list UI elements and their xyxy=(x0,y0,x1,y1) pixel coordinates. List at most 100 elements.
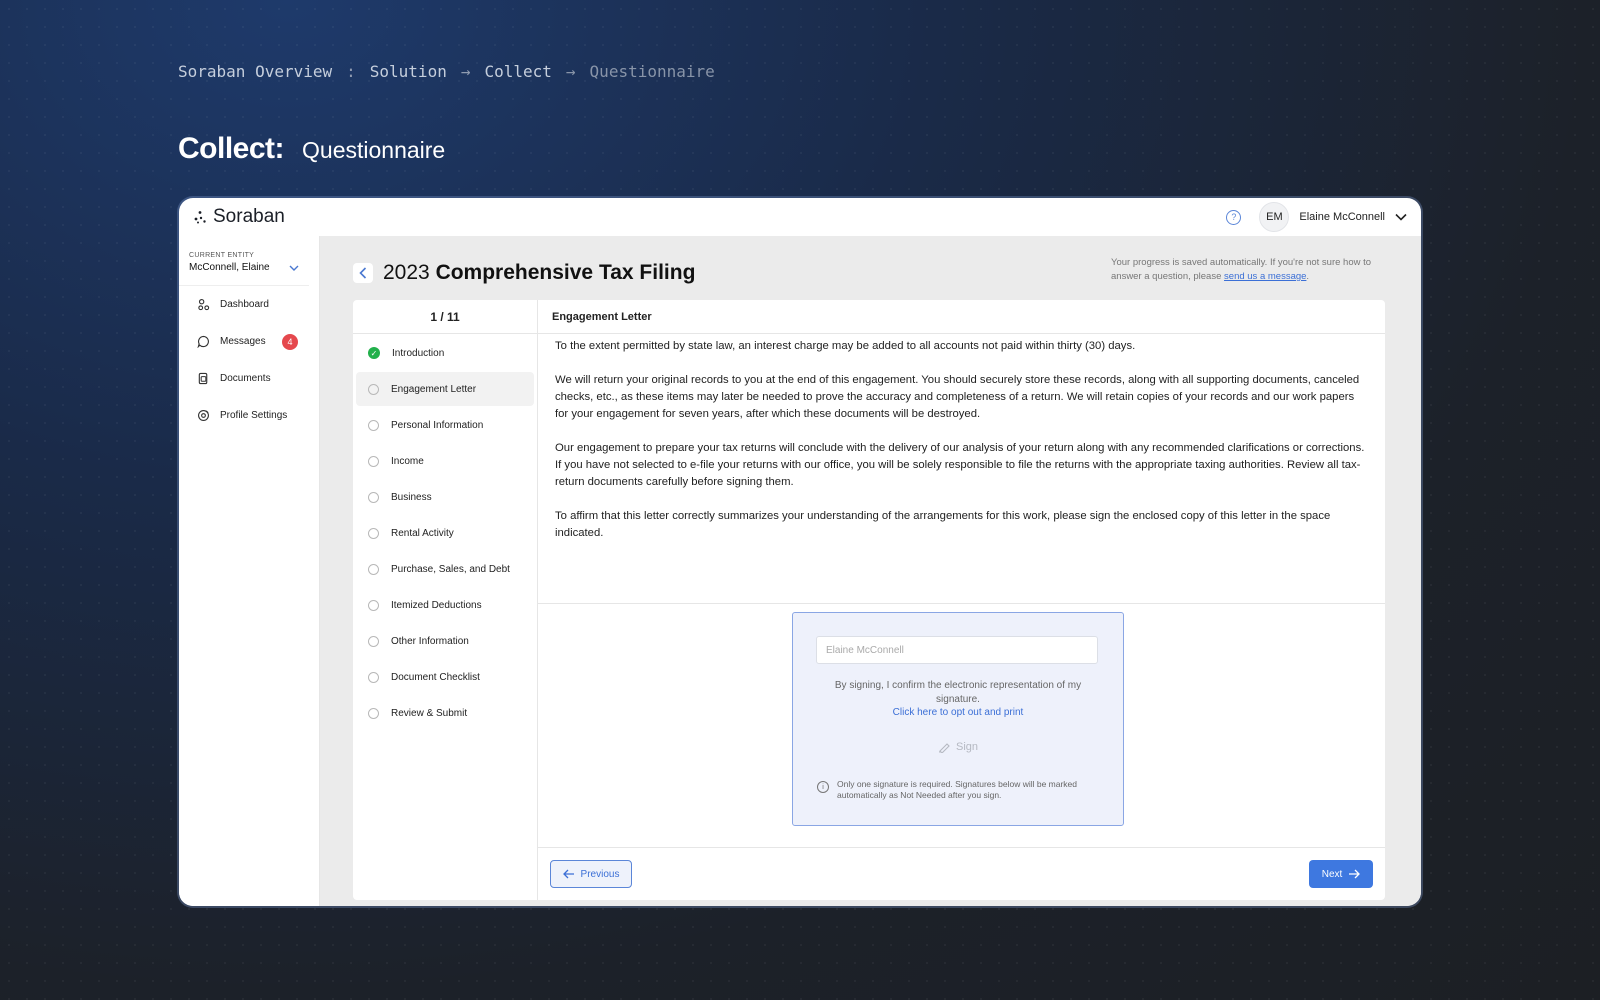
sidebar-item-documents[interactable]: Documents xyxy=(179,360,319,397)
sidebar-item-label: Dashboard xyxy=(220,299,269,310)
breadcrumb-separator: → xyxy=(460,62,471,81)
sidebar-item-label: Documents xyxy=(220,373,271,384)
entity-selector[interactable]: CURRENT ENTITY McConnell, Elaine xyxy=(179,236,309,286)
circle-icon xyxy=(368,707,379,719)
step-label: Purchase, Sales, and Debt xyxy=(391,563,510,575)
title-main: Comprehensive Tax Filing xyxy=(435,261,696,284)
settings-icon xyxy=(198,410,209,421)
step-income[interactable]: Income xyxy=(356,444,534,478)
breadcrumb-item-overview[interactable]: Soraban Overview xyxy=(178,62,332,81)
step-review-submit[interactable]: Review & Submit xyxy=(356,696,534,730)
info-icon: i xyxy=(817,781,829,793)
signature-panel: Elaine McConnell By signing, I confirm t… xyxy=(792,612,1124,826)
heading-subtitle: Questionnaire xyxy=(302,137,446,163)
logo-text: Soraban xyxy=(213,206,285,227)
sidebar-item-label: Profile Settings xyxy=(220,410,288,421)
breadcrumb-item-collect[interactable]: Collect xyxy=(484,62,551,81)
back-button[interactable] xyxy=(353,263,373,283)
signature-confirm-text: By signing, I confirm the electronic rep… xyxy=(834,680,1082,705)
title-year: 2023 xyxy=(383,261,430,284)
step-label: Rental Activity xyxy=(391,527,454,539)
user-menu: ? EM Elaine McConnell xyxy=(1226,202,1407,232)
step-document-checklist[interactable]: Document Checklist xyxy=(356,660,534,694)
circle-icon xyxy=(368,599,379,611)
section-title: Engagement Letter xyxy=(538,300,1385,334)
circle-icon xyxy=(368,383,379,395)
step-introduction[interactable]: ✓ Introduction xyxy=(356,336,534,370)
circle-icon xyxy=(368,527,379,539)
breadcrumb: Soraban Overview : Solution → Collect → … xyxy=(178,62,715,81)
step-label: Other Information xyxy=(391,635,469,647)
step-other-information[interactable]: Other Information xyxy=(356,624,534,658)
opt-out-link[interactable]: Click here to opt out and print xyxy=(793,707,1123,718)
previous-button[interactable]: Previous xyxy=(550,860,632,888)
chevron-down-icon[interactable] xyxy=(1395,213,1407,221)
wizard-footer: Previous Next xyxy=(538,847,1385,900)
breadcrumb-separator: : xyxy=(346,62,356,81)
step-label: Engagement Letter xyxy=(391,383,477,395)
app-window: Soraban ? EM Elaine McConnell CURRENT EN… xyxy=(179,198,1421,906)
chevron-left-icon xyxy=(359,267,367,279)
step-label: Itemized Deductions xyxy=(391,599,482,611)
top-bar: Soraban ? EM Elaine McConnell xyxy=(179,198,1421,237)
step-counter: 1 / 11 xyxy=(353,300,537,334)
circle-icon xyxy=(368,419,379,431)
next-label: Next xyxy=(1321,868,1343,880)
logo-icon xyxy=(194,211,206,224)
step-content: Engagement Letter To the extent permitte… xyxy=(538,300,1385,900)
heading-title: Collect: xyxy=(178,132,285,165)
user-name[interactable]: Elaine McConnell xyxy=(1299,211,1385,223)
sidebar-item-profile-settings[interactable]: Profile Settings xyxy=(179,397,319,434)
sidebar: CURRENT ENTITY McConnell, Elaine Dashboa… xyxy=(179,236,320,906)
step-rental-activity[interactable]: Rental Activity xyxy=(356,516,534,550)
step-list: 1 / 11 ✓ Introduction Engagement Letter P… xyxy=(353,300,538,900)
send-message-link[interactable]: send us a message xyxy=(1224,271,1306,282)
check-icon: ✓ xyxy=(368,347,380,359)
questionnaire-card: 1 / 11 ✓ Introduction Engagement Letter P… xyxy=(353,300,1385,900)
letter-paragraph: To the extent permitted by state law, an… xyxy=(555,340,1136,352)
message-icon xyxy=(197,335,209,348)
chevron-down-icon[interactable] xyxy=(289,265,299,271)
circle-icon xyxy=(368,491,379,503)
arrow-left-icon xyxy=(562,869,574,879)
sign-button[interactable]: Sign xyxy=(793,741,1123,753)
step-label: Personal Information xyxy=(391,419,484,431)
signature-icon xyxy=(938,743,950,753)
step-engagement-letter[interactable]: Engagement Letter xyxy=(356,372,534,406)
signature-input[interactable]: Elaine McConnell xyxy=(816,636,1098,664)
engagement-letter-text[interactable]: To the extent permitted by state law, an… xyxy=(538,334,1385,604)
autosave-note: Your progress is saved automatically. If… xyxy=(1111,256,1383,284)
sidebar-item-dashboard[interactable]: Dashboard xyxy=(179,286,319,323)
sidebar-item-label: Messages xyxy=(220,336,266,347)
breadcrumb-item-solution[interactable]: Solution xyxy=(370,62,447,81)
arrow-right-icon xyxy=(1349,869,1361,879)
circle-icon xyxy=(368,671,379,683)
circle-icon xyxy=(368,635,379,647)
sidebar-item-messages[interactable]: Messages 4 xyxy=(179,323,319,360)
autosave-period: . xyxy=(1306,271,1310,282)
page-title: 2023 Comprehensive Tax Filing xyxy=(383,261,695,285)
dashboard-icon xyxy=(198,299,210,311)
document-icon xyxy=(198,372,208,385)
letter-paragraph: We will return your original records to … xyxy=(555,374,1360,420)
circle-icon xyxy=(368,563,379,575)
avatar[interactable]: EM xyxy=(1259,202,1290,232)
step-label: Income xyxy=(391,455,424,467)
entity-value: McConnell, Elaine xyxy=(189,262,270,273)
unread-badge: 4 xyxy=(282,333,298,350)
letter-paragraph: To affirm that this letter correctly sum… xyxy=(555,510,1331,539)
step-itemized-deductions[interactable]: Itemized Deductions xyxy=(356,588,534,622)
previous-label: Previous xyxy=(580,868,620,880)
signature-note-text: Only one signature is required. Signatur… xyxy=(837,779,1078,800)
logo[interactable]: Soraban xyxy=(193,206,285,228)
circle-icon xyxy=(368,455,379,467)
signature-note: i Only one signature is required. Signat… xyxy=(817,779,1097,801)
step-personal-information[interactable]: Personal Information xyxy=(356,408,534,442)
step-label: Review & Submit xyxy=(391,707,468,719)
step-business[interactable]: Business xyxy=(356,480,534,514)
entity-label: CURRENT ENTITY xyxy=(189,252,255,259)
help-icon[interactable]: ? xyxy=(1226,209,1242,225)
breadcrumb-item-questionnaire: Questionnaire xyxy=(589,62,715,81)
next-button[interactable]: Next xyxy=(1309,860,1373,888)
step-purchase-sales-debt[interactable]: Purchase, Sales, and Debt xyxy=(356,552,534,586)
